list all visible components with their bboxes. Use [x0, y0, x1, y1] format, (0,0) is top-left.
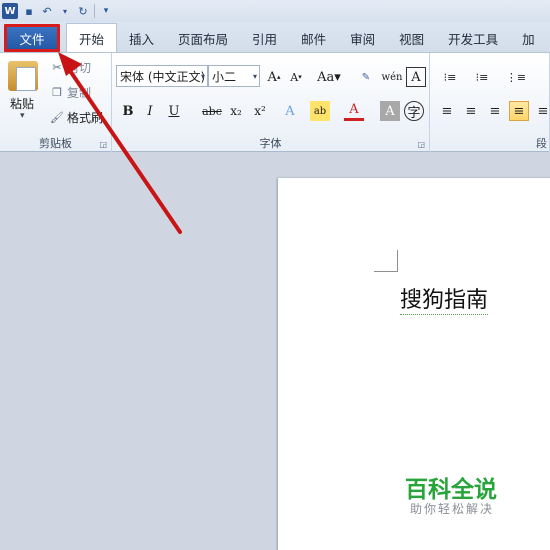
scissors-icon: ✂ — [52, 61, 62, 74]
save-icon[interactable]: ▪ — [22, 4, 36, 18]
clipboard-group-label: 剪贴板 — [39, 137, 72, 150]
subscript-icon[interactable]: x₂ — [226, 101, 246, 121]
font-group: 宋体 (中文正文) ▾ 小二 ▾ A ▴ A ▾ Aa▾ ✎ wén A B I U… — [112, 53, 430, 153]
copy-label: 复制 — [67, 86, 92, 100]
paragraph-group-label: 段 — [536, 137, 547, 150]
grow-font-icon[interactable]: A ▴ — [264, 67, 284, 87]
word-app-icon[interactable]: W — [2, 3, 18, 19]
format-painter-label: 格式刷 — [67, 111, 104, 125]
format-painter-button[interactable]: 🖌 格式刷 — [50, 109, 103, 126]
cut-label: 剪切 — [67, 61, 92, 75]
quick-access-toolbar: W ▪ ↶ ▾ ↻ ▾ — [0, 0, 550, 22]
bullets-icon[interactable]: ⁝≡ — [437, 67, 463, 87]
font-group-label: 字体 — [259, 137, 282, 150]
enclose-characters-icon[interactable]: 字 — [404, 101, 424, 121]
text-effects-icon[interactable]: A — [280, 101, 300, 121]
paste-icon[interactable] — [8, 61, 38, 91]
tab-home[interactable]: 开始 — [66, 23, 118, 52]
toolbar-separator — [94, 4, 95, 18]
superscript-icon[interactable]: x² — [250, 101, 270, 121]
cut-button[interactable]: ✂ 剪切 — [50, 59, 91, 76]
tab-view[interactable]: 视图 — [387, 24, 436, 52]
align-left-icon[interactable]: ≡ — [437, 101, 457, 121]
underline-icon[interactable]: U — [164, 101, 184, 121]
font-name-select[interactable]: 宋体 (中文正文) ▾ — [116, 65, 208, 87]
customize-toolbar-icon[interactable]: ▾ — [99, 4, 113, 18]
bold-icon[interactable]: B — [118, 101, 138, 121]
undo-icon[interactable]: ↶ — [40, 4, 54, 18]
paste-button[interactable]: 粘贴 — [10, 95, 34, 112]
character-border-icon[interactable]: A — [406, 67, 426, 87]
tab-insert[interactable]: 插入 — [117, 24, 166, 52]
phonetic-guide-icon[interactable]: wén — [382, 67, 403, 87]
align-right-icon[interactable]: ≡ — [485, 101, 505, 121]
document-text[interactable]: 搜狗指南 — [400, 282, 489, 315]
undo-dropdown-icon[interactable]: ▾ — [58, 4, 72, 18]
font-color-icon[interactable]: A — [344, 101, 364, 121]
paragraph-group: ⁝≡ ⁝≡ ⋮≡ ≡ ≡ ≡ ≡ ≡ 段 — [431, 53, 550, 153]
tab-page-layout[interactable]: 页面布局 — [166, 24, 240, 52]
font-size-select[interactable]: 小二 ▾ — [208, 65, 260, 87]
tab-addins[interactable]: 加 — [510, 24, 547, 52]
ribbon: 粘贴 ▾ ✂ 剪切 ❐ 复制 🖌 格式刷 剪贴板 ◲ 宋体 (中文正文) ▾ 小… — [0, 52, 550, 153]
dialog-launcher-icon[interactable]: ◲ — [99, 140, 107, 149]
clipboard-group: 粘贴 ▾ ✂ 剪切 ❐ 复制 🖌 格式刷 剪贴板 ◲ — [0, 53, 112, 153]
clear-formatting-icon[interactable]: ✎ — [356, 67, 376, 87]
character-shading-icon[interactable]: A — [380, 101, 400, 121]
ribbon-tabs: 文件 开始 插入 页面布局 引用 邮件 审阅 视图 开发工具 加 — [0, 22, 550, 52]
change-case-icon[interactable]: Aa▾ — [316, 67, 342, 87]
chevron-down-icon: ▾ — [252, 71, 257, 81]
copy-icon: ❐ — [52, 86, 62, 99]
paste-dropdown-icon[interactable]: ▾ — [20, 111, 25, 121]
dialog-launcher-icon[interactable]: ◲ — [417, 140, 425, 149]
font-size-value: 小二 — [212, 69, 237, 84]
copy-button[interactable]: ❐ 复制 — [50, 84, 91, 101]
font-name-value: 宋体 (中文正文) — [120, 69, 206, 84]
justify-icon[interactable]: ≡ — [509, 101, 529, 121]
multilevel-list-icon[interactable]: ⋮≡ — [503, 67, 529, 87]
tab-review[interactable]: 审阅 — [338, 24, 387, 52]
redo-icon[interactable]: ↻ — [76, 4, 90, 18]
tab-file[interactable]: 文件 — [4, 24, 60, 52]
watermark-title: 百科全说 — [405, 477, 497, 503]
watermark-subtitle: 助你轻松解决 — [410, 502, 495, 516]
chevron-down-icon: ▾ — [200, 71, 205, 81]
tab-mailings[interactable]: 邮件 — [289, 24, 338, 52]
shrink-font-icon[interactable]: A ▾ — [286, 67, 306, 87]
tab-references[interactable]: 引用 — [240, 24, 289, 52]
align-center-icon[interactable]: ≡ — [461, 101, 481, 121]
strikethrough-icon[interactable]: abc — [200, 101, 224, 121]
numbering-icon[interactable]: ⁝≡ — [469, 67, 495, 87]
highlight-icon[interactable]: ab — [310, 101, 330, 121]
italic-icon[interactable]: I — [140, 101, 160, 121]
margin-corner-mark — [374, 250, 398, 272]
tab-developer[interactable]: 开发工具 — [436, 24, 510, 52]
brush-icon: 🖌 — [50, 111, 64, 124]
distributed-icon[interactable]: ≡ — [533, 101, 550, 121]
